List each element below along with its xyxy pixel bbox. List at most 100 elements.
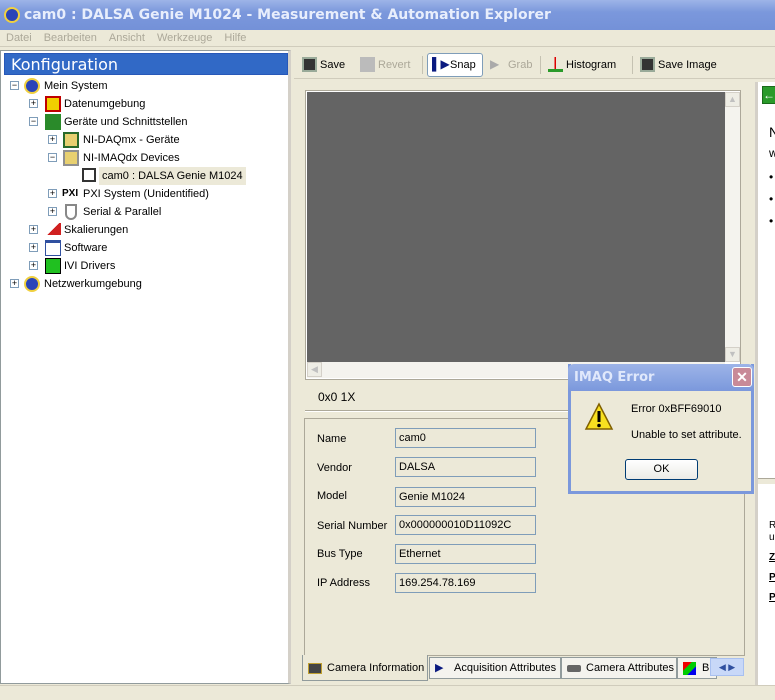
vendor-field: DALSA [395,457,536,477]
software-icon [45,240,61,256]
vendor-label: Vendor [317,462,352,474]
scroll-down-icon[interactable]: ▼ [725,347,740,362]
menu-hilfe[interactable]: Hilfe [218,30,252,46]
devices-icon [45,114,61,130]
expand-toggle[interactable]: + [48,135,57,144]
error-message: Unable to set attribute. [631,429,742,441]
save-label: Save [320,59,346,71]
menu-datei[interactable]: Datei [0,30,38,46]
grab-button[interactable]: ▶ Grab [486,54,538,76]
expand-toggle[interactable]: + [29,225,38,234]
ip-address-field: 169.254.78.169 [395,573,536,593]
tree: − Mein System + Datenumgebung − Geräte u… [1,51,288,683]
expand-toggle[interactable]: + [29,243,38,252]
collapse-toggle[interactable]: − [29,117,38,126]
ok-button[interactable]: OK [625,459,698,480]
data-neighborhood-icon [45,96,61,112]
system-icon [24,78,40,94]
help-text: u [769,532,775,543]
back-button[interactable]: ← [762,86,775,104]
warning-icon [584,402,614,430]
play-icon: ▶ [490,57,500,71]
help-text: R [769,520,775,531]
help-pane: ← N w • • • R u Z P P [755,82,775,685]
camera-network-icon [82,168,96,182]
menu-bar: Datei Bearbeiten Ansicht Werkzeuge Hilfe [0,30,775,47]
scales-icon [45,223,61,235]
status-bar [0,685,775,700]
tree-item-serial[interactable]: Serial & Parallel [83,203,161,221]
tree-item-pxi[interactable]: PXI System (Unidentified) [83,185,209,203]
tree-item-ivi[interactable]: IVI Drivers [64,257,115,275]
divider [758,478,775,484]
ip-address-label: IP Address [317,577,370,589]
title-bar: cam0 : DALSA Genie M1024 - Measurement &… [0,0,775,30]
image-viewer: ▲ ▼ ◀ [305,90,741,380]
daqmx-folder-icon [63,132,79,148]
tree-item-software[interactable]: Software [64,239,107,257]
floppy-icon [302,57,317,72]
camera-info-icon [308,663,322,674]
tab-scroll-buttons[interactable]: ◀ ▶ [710,658,744,676]
help-bullet: • [769,170,774,184]
error-dialog: IMAQ Error ✕ Error 0xBFF69010 Unable to … [568,364,754,494]
vertical-scrollbar[interactable]: ▲ ▼ [725,92,740,362]
save-button[interactable]: Save [298,54,351,76]
histogram-label: Histogram [566,59,617,71]
help-link[interactable]: P [769,592,775,603]
help-link[interactable]: Z [769,552,775,563]
serial-number-label: Serial Number [317,520,388,532]
name-field: cam0 [395,428,536,448]
serial-number-field: 0x000000010D11092C [395,515,536,535]
snap-button[interactable]: ▌▶ Snap [427,53,483,77]
revert-icon [360,57,375,72]
help-bullet: • [769,192,774,206]
window-title: cam0 : DALSA Genie M1024 - Measurement &… [24,7,551,23]
configuration-tree-pane: Konfiguration − Mein System + Datenumgeb… [0,50,291,684]
help-link[interactable]: P [769,572,775,583]
separator [422,56,423,74]
play-icon: ▶ [435,662,444,674]
tab-label: Acquisition Attributes [454,662,557,674]
tree-item-imaqdx[interactable]: NI-IMAQdx Devices [83,149,180,167]
expand-toggle[interactable]: + [10,279,19,288]
expand-toggle[interactable]: + [48,189,57,198]
revert-button[interactable]: Revert [356,54,416,76]
histogram-button[interactable]: Histogram [544,54,622,76]
collapse-toggle[interactable]: − [48,153,57,162]
expand-toggle[interactable]: + [29,99,38,108]
error-code: Error 0xBFF69010 [631,403,722,415]
pxi-icon: PXI [62,188,79,199]
revert-label: Revert [378,59,411,71]
scroll-up-icon[interactable]: ▲ [725,92,740,107]
tree-item-cam0[interactable]: cam0 : DALSA Genie M1024 [99,167,246,185]
tab-acquisition-attributes[interactable]: ▶ Acquisition Attributes [429,657,561,679]
tab-camera-information[interactable]: Camera Information [302,655,428,681]
tree-item-mein-system[interactable]: Mein System [44,77,108,95]
menu-werkzeuge[interactable]: Werkzeuge [151,30,218,46]
tab-label: B [702,662,710,674]
tab-bar: Camera Information ▶ Acquisition Attribut… [302,655,747,681]
expand-toggle[interactable]: + [48,207,57,216]
tree-item-datenumgebung[interactable]: Datenumgebung [64,95,145,113]
play-icon: ▌▶ [432,57,450,71]
ivi-icon [45,258,61,274]
toolbar: Save Revert ▌▶ Snap ▶ Grab Histogram Save … [294,51,775,79]
model-label: Model [317,490,347,502]
tree-item-skalierungen[interactable]: Skalierungen [64,221,128,239]
close-icon[interactable]: ✕ [732,367,752,387]
image-display[interactable] [307,92,725,362]
collapse-toggle[interactable]: − [10,81,19,90]
tab-camera-attributes[interactable]: Camera Attributes [561,657,677,679]
tree-item-netzwerk[interactable]: Netzwerkumgebung [44,275,142,293]
tree-item-geraete[interactable]: Geräte und Schnittstellen [64,113,188,131]
dialog-title: IMAQ Error [568,364,754,391]
network-icon [24,276,40,292]
histogram-icon [548,57,563,72]
menu-bearbeiten[interactable]: Bearbeiten [38,30,103,46]
expand-toggle[interactable]: + [29,261,38,270]
tree-item-daqmx[interactable]: NI-DAQmx - Geräte [83,131,180,149]
save-image-button[interactable]: Save Image [636,54,723,76]
menu-ansicht[interactable]: Ansicht [103,30,151,46]
scroll-left-icon[interactable]: ◀ [307,362,322,377]
